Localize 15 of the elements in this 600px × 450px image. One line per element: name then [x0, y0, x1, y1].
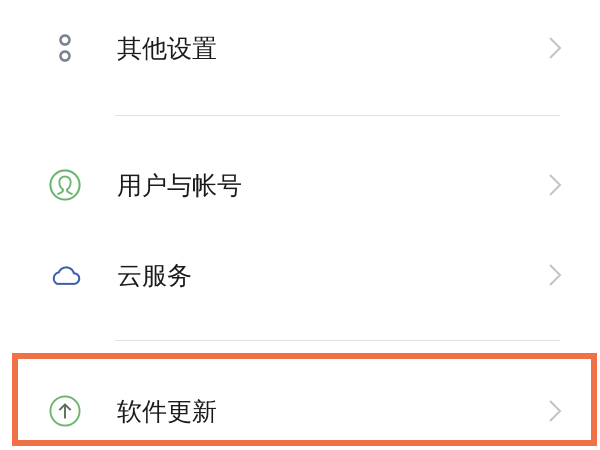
settings-row[interactable]: 软件更新 [0, 377, 600, 445]
row-label: 软件更新 [117, 396, 218, 428]
row-label: 其他设置 [117, 32, 218, 64]
row-label: 用户与帐号 [117, 170, 243, 202]
chevron-icon [548, 36, 562, 60]
chevron-icon [548, 263, 562, 287]
user-icon [49, 168, 81, 202]
chevron-icon [548, 399, 562, 423]
settings-row[interactable]: 云服务 [0, 230, 600, 320]
row-label: 云服务 [117, 260, 193, 292]
upload-icon [49, 394, 81, 428]
settings-row[interactable]: 其他设置 [0, 0, 600, 96]
dots-icon [58, 33, 72, 63]
settings-row[interactable]: 用户与帐号 [0, 140, 600, 230]
chevron-icon [548, 173, 562, 197]
